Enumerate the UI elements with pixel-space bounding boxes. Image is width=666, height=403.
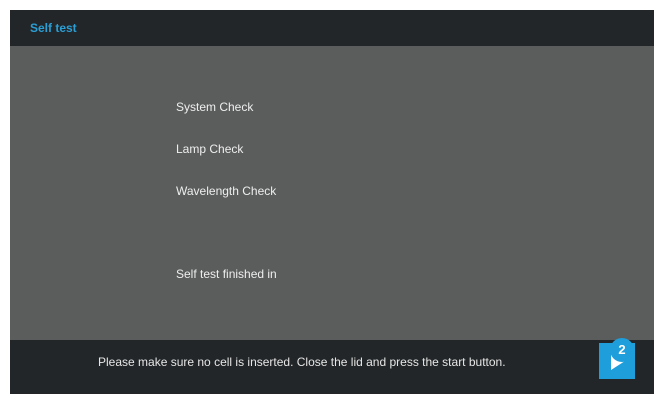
screenshot: Self test System Check Lamp Check Wavele… <box>0 0 666 403</box>
title-bar: Self test <box>10 10 654 46</box>
instruction-message: Please make sure no cell is inserted. Cl… <box>98 355 506 369</box>
self-test-finished-label: Self test finished in <box>176 267 277 281</box>
check-item-system: System Check <box>176 100 254 114</box>
page-title: Self test <box>30 21 77 35</box>
check-item-lamp: Lamp Check <box>176 142 244 156</box>
check-item-wavelength: Wavelength Check <box>176 184 277 198</box>
instruction-bar: Please make sure no cell is inserted. Cl… <box>10 340 654 394</box>
instrument-display: Self test System Check Lamp Check Wavele… <box>10 10 654 394</box>
step-number-badge: 2 <box>610 338 634 362</box>
